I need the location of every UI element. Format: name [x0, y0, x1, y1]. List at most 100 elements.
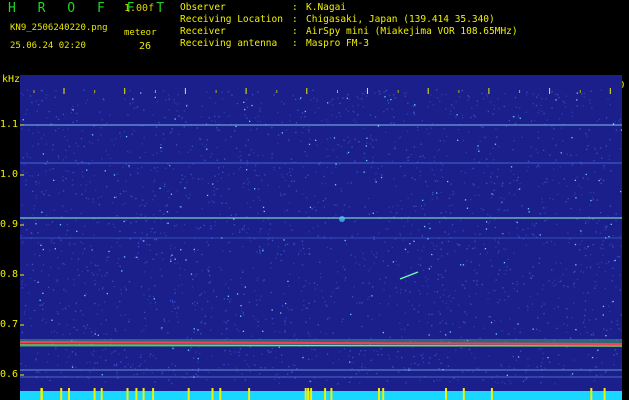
noise-pixel	[620, 129, 622, 131]
noise-pixel	[20, 92, 22, 94]
noise-pixel	[31, 232, 33, 234]
noise-pixel	[610, 328, 612, 330]
noise-pixel	[253, 355, 255, 357]
noise-pixel	[393, 122, 395, 124]
noise-pixel	[598, 118, 601, 120]
noise-pixel	[428, 223, 430, 225]
noise-pixel	[241, 373, 243, 375]
noise-pixel	[477, 225, 479, 227]
noise-pixel	[227, 320, 229, 322]
noise-pixel	[352, 105, 354, 107]
noise-pixel	[159, 187, 161, 189]
noise-pixel	[348, 337, 350, 339]
noise-pixel	[40, 89, 42, 92]
noise-pixel	[492, 159, 495, 161]
noise-pixel	[26, 89, 29, 91]
noise-pixel	[219, 213, 221, 216]
noise-pixel	[478, 148, 480, 150]
noise-pixel	[445, 270, 447, 272]
noise-pixel	[587, 246, 589, 248]
noise-pixel	[307, 331, 309, 334]
noise-pixel	[186, 103, 188, 105]
noise-pixel	[40, 270, 43, 272]
noise-pixel	[281, 132, 283, 134]
noise-pixel	[315, 355, 317, 357]
noise-pixel	[210, 329, 212, 331]
noise-pixel	[418, 320, 421, 323]
noise-pixel	[355, 121, 357, 123]
noise-pixel	[404, 175, 406, 177]
noise-pixel	[315, 209, 317, 212]
noise-pixel	[394, 238, 397, 240]
noise-pixel	[247, 183, 249, 185]
noise-pixel	[251, 104, 253, 107]
noise-pixel	[449, 212, 452, 214]
noise-pixel	[546, 119, 548, 121]
noise-pixel	[63, 288, 65, 291]
noise-pixel	[30, 325, 33, 327]
noise-pixel	[567, 232, 569, 234]
noise-pixel	[311, 359, 313, 361]
noise-pixel	[284, 244, 287, 246]
noise-pixel	[522, 228, 524, 230]
noise-pixel	[417, 364, 420, 366]
noise-pixel	[417, 129, 419, 131]
noise-pixel	[544, 367, 546, 369]
noise-pixel	[275, 257, 277, 259]
noise-pixel	[417, 249, 419, 251]
noise-pixel	[250, 129, 252, 131]
noise-pixel	[361, 363, 363, 365]
noise-pixel	[589, 219, 591, 221]
noise-pixel	[21, 287, 24, 289]
noise-pixel	[407, 300, 410, 302]
noise-pixel	[317, 225, 319, 227]
noise-pixel	[516, 179, 518, 181]
noise-pixel	[618, 120, 620, 122]
noise-pixel	[250, 149, 253, 151]
noise-pixel	[68, 305, 70, 307]
noise-pixel	[332, 149, 335, 151]
noise-pixel	[216, 188, 218, 190]
noise-pixel	[260, 295, 262, 297]
noise-pixel	[211, 307, 213, 309]
noise-pixel	[403, 328, 406, 330]
noise-pixel	[440, 274, 442, 276]
noise-pixel	[84, 248, 86, 250]
noise-pixel	[369, 267, 371, 269]
noise-pixel	[306, 155, 308, 157]
noise-pixel	[181, 284, 183, 286]
noise-pixel	[40, 244, 42, 246]
noise-pixel	[76, 329, 78, 331]
noise-pixel	[395, 212, 398, 214]
noise-pixel	[513, 288, 515, 290]
noise-pixel	[576, 176, 578, 178]
noise-pixel	[174, 288, 176, 290]
noise-pixel	[74, 310, 77, 313]
noise-pixel	[155, 308, 158, 310]
noise-pixel	[71, 179, 74, 181]
noise-pixel	[97, 334, 99, 336]
noise-pixel	[77, 163, 79, 165]
noise-pixel	[585, 222, 587, 224]
noise-pixel	[275, 357, 277, 359]
noise-pixel	[20, 235, 22, 237]
noise-pixel	[403, 225, 405, 227]
noise-pixel	[46, 117, 48, 119]
noise-pixel	[94, 279, 96, 282]
noise-pixel	[558, 182, 560, 184]
noise-pixel	[281, 121, 283, 124]
noise-pixel	[183, 242, 186, 244]
noise-pixel	[248, 189, 250, 191]
noise-pixel	[590, 334, 592, 336]
noise-pixel	[221, 91, 223, 93]
noise-pixel	[570, 207, 572, 210]
spectrogram-plot[interactable]	[20, 75, 622, 400]
noise-pixel	[581, 240, 583, 242]
noise-pixel	[421, 120, 423, 122]
noise-pixel	[495, 246, 497, 248]
noise-pixel	[331, 98, 333, 101]
noise-pixel	[247, 228, 249, 230]
noise-pixel	[129, 151, 131, 153]
noise-pixel	[66, 229, 69, 232]
noise-pixel	[457, 128, 460, 131]
